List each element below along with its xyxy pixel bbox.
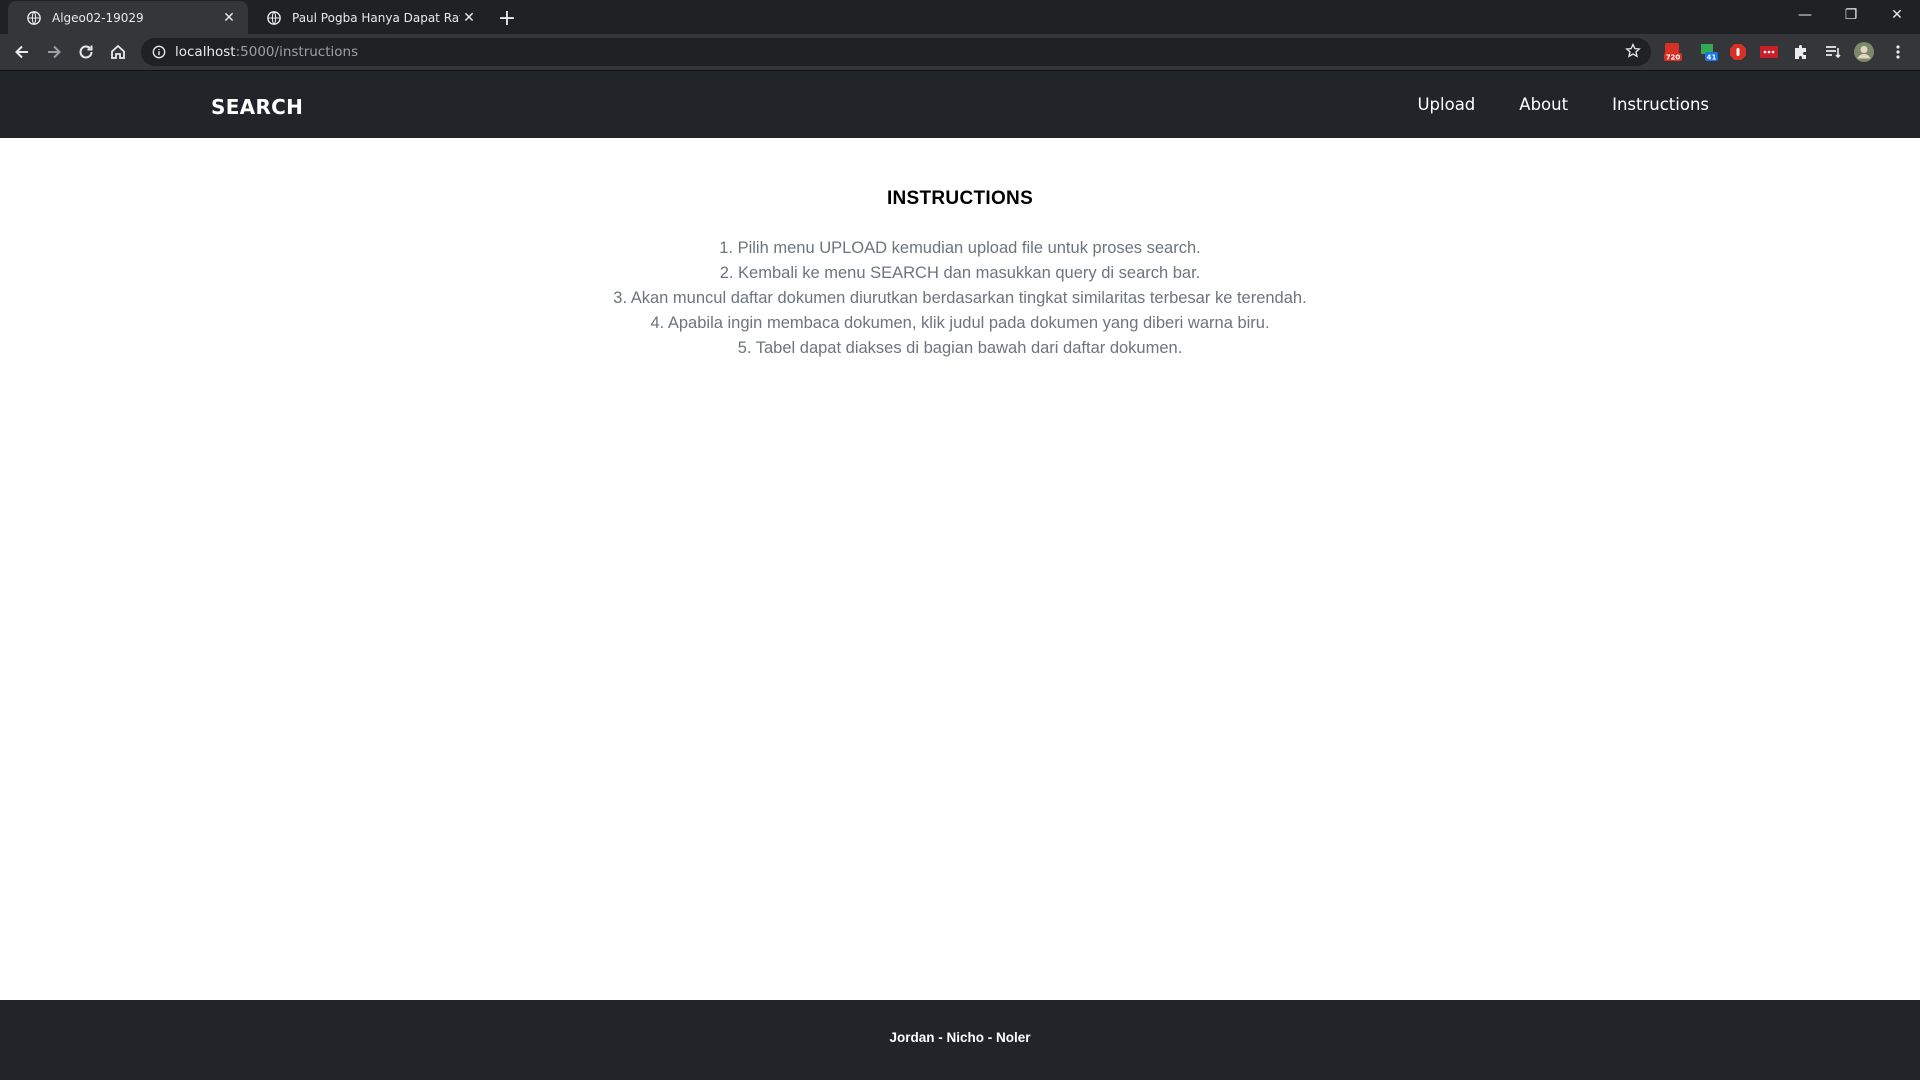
browser-tab-strip: Algeo02-19029 ✕ Paul Pogba Hanya Dapat R…	[0, 0, 1920, 34]
close-window-icon[interactable]: ✕	[1874, 0, 1920, 30]
reading-list-icon[interactable]	[1822, 41, 1844, 63]
nav-about-link[interactable]: About	[1519, 95, 1568, 114]
back-arrow-icon[interactable]	[8, 38, 36, 66]
page-title: INSTRUCTIONS	[886, 188, 1034, 209]
main-content: INSTRUCTIONS 1. Pilih menu UPLOAD kemudi…	[0, 138, 1920, 1000]
forward-arrow-icon[interactable]	[40, 38, 68, 66]
home-icon[interactable]	[104, 38, 132, 66]
tab-title: Algeo02-19029	[52, 10, 144, 25]
extension-badge: 41	[1707, 54, 1717, 62]
lastpass-extension-icon[interactable]	[1758, 41, 1780, 63]
url-text: localhost:5000/instructions	[175, 44, 359, 60]
close-tab-icon[interactable]: ✕	[220, 9, 238, 27]
browser-toolbar: localhost:5000/instructions 720 41	[0, 34, 1920, 70]
video-speed-extension-icon[interactable]: 720	[1662, 41, 1684, 63]
browser-menu-icon[interactable]	[1887, 41, 1909, 63]
site-navbar: SEARCH Upload About Instructions	[0, 70, 1920, 138]
browser-tab-active[interactable]: Algeo02-19029 ✕	[8, 1, 248, 34]
site-footer: Jordan - Nicho - Noler	[0, 1000, 1920, 1080]
instruction-step: 3. Akan muncul daftar dokumen diurutkan …	[613, 289, 1307, 307]
nav-upload-link[interactable]: Upload	[1417, 95, 1475, 114]
adblock-extension-icon[interactable]	[1727, 41, 1749, 63]
nav-instructions-link[interactable]: Instructions	[1612, 95, 1709, 114]
close-tab-icon[interactable]: ✕	[460, 9, 478, 27]
bookmark-star-icon[interactable]	[1625, 42, 1641, 64]
browser-tab[interactable]: Paul Pogba Hanya Dapat Rating ✕	[248, 1, 488, 34]
minimize-icon[interactable]: —	[1782, 0, 1828, 30]
instruction-step: 2. Kembali ke menu SEARCH dan masukkan q…	[719, 264, 1201, 282]
address-bar[interactable]: localhost:5000/instructions	[141, 38, 1651, 66]
restore-icon[interactable]: ❐	[1828, 0, 1874, 30]
instruction-step: 1. Pilih menu UPLOAD kemudian upload fil…	[719, 239, 1201, 257]
profile-avatar-icon[interactable]	[1853, 41, 1875, 63]
tab-title: Paul Pogba Hanya Dapat Rating	[292, 10, 460, 25]
footer-credits: Jordan - Nicho - Noler	[889, 1030, 1031, 1045]
window-controls: — ❐ ✕	[1782, 0, 1920, 30]
instruction-step: 5. Tabel dapat diakses di bagian bawah d…	[737, 339, 1183, 357]
site-brand-link[interactable]: SEARCH	[211, 95, 303, 119]
calendar-extension-icon[interactable]: 41	[1698, 41, 1720, 63]
site-nav: Upload About Instructions	[1417, 95, 1709, 114]
extension-badge: 720	[1666, 54, 1681, 62]
globe-icon	[26, 10, 42, 26]
instruction-step: 4. Apabila ingin membaca dokumen, klik j…	[650, 314, 1270, 332]
extensions-puzzle-icon[interactable]	[1790, 41, 1812, 63]
new-tab-button[interactable]: +	[493, 4, 521, 32]
instruction-list: 1. Pilih menu UPLOAD kemudian upload fil…	[0, 236, 1920, 361]
reload-icon[interactable]	[72, 38, 100, 66]
globe-icon	[266, 10, 282, 26]
site-info-icon[interactable]	[151, 44, 167, 60]
